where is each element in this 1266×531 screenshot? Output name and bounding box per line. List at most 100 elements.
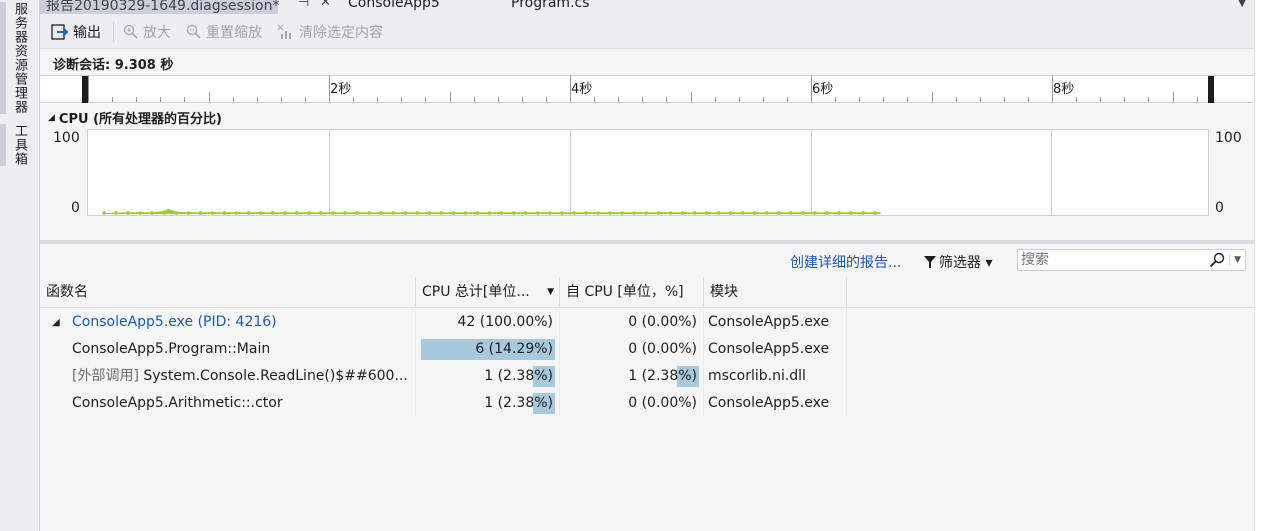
ruler-tick	[160, 97, 162, 102]
cpu-sample-point	[560, 211, 564, 215]
pin-icon[interactable]: ⊣	[298, 0, 309, 10]
cpu-sample-point	[415, 211, 420, 215]
y-axis-min-right: 0	[1215, 200, 1224, 216]
ruler-tick	[883, 97, 885, 102]
table-row[interactable]: ConsoleApp5.Arithmetic::.ctor 1 (2.38%) …	[40, 390, 847, 417]
ruler-tick	[425, 97, 427, 102]
reset-zoom-button[interactable]: 重置缩放	[186, 22, 262, 42]
server-explorer-tab[interactable]: 服务器资源管理器	[0, 2, 29, 114]
cpu-sample-point	[319, 211, 323, 215]
cpu-graph-title[interactable]: ◢ CPU (所有处理器的百分比)	[48, 108, 222, 127]
clear-selection-button[interactable]: 清除选定内容	[277, 22, 383, 42]
zoom-in-button[interactable]: 放大	[123, 22, 171, 42]
ruler-tick	[1076, 97, 1078, 102]
tab-consoleapp5[interactable]: ConsoleApp5	[348, 0, 440, 14]
search-input[interactable]	[1021, 252, 1201, 268]
ruler-tick	[377, 97, 379, 102]
search-box[interactable]: ▼	[1017, 249, 1246, 271]
function-name: System.Console.ReadLine()$##600...	[138, 368, 408, 384]
table-row[interactable]: ◢ ConsoleApp5.exe (PID: 4216) 42 (100.00…	[40, 309, 847, 336]
selection-end-handle[interactable]	[1208, 76, 1214, 103]
cpu-sample-point	[511, 211, 516, 215]
cpu-sample-point	[343, 211, 347, 215]
cpu-sample-point	[777, 211, 781, 215]
cpu-usage-area	[104, 208, 881, 214]
cpu-sample-point	[475, 211, 480, 215]
function-name-cell: ◢ ConsoleApp5.exe (PID: 4216)	[40, 309, 416, 336]
tab-list-dropdown-icon[interactable]: ▼	[1238, 0, 1246, 9]
collapse-triangle-icon[interactable]: ◢	[48, 113, 55, 123]
table-row[interactable]: [外部调用] System.Console.ReadLine()$##600..…	[40, 363, 847, 390]
ruler-tick	[256, 97, 258, 102]
output-label: 输出	[73, 25, 101, 41]
search-icon[interactable]	[1209, 252, 1225, 268]
self-cpu-value: 0 (0.00%)	[628, 341, 697, 357]
column-header-module-label: 模块	[710, 284, 738, 300]
cpu-graph-panel: ◢ CPU (所有处理器的百分比) 100 0 100 0	[40, 104, 1254, 240]
ruler-tick	[449, 92, 451, 102]
cpu-sample-point	[367, 211, 371, 215]
toolbar: 输出 放大 重置缩放 清除选定内容	[40, 14, 1254, 49]
ruler-tick	[762, 97, 764, 102]
zoom-in-label: 放大	[143, 25, 171, 41]
cpu-sample-point	[270, 211, 275, 215]
module-cell: ConsoleApp5.exe	[704, 390, 847, 417]
cpu-sample-point	[837, 211, 841, 215]
cpu-sample-point	[668, 211, 673, 215]
column-header-module[interactable]: 模块	[704, 277, 847, 308]
column-header-cpu-total-label: CPU 总计[单位...	[422, 284, 530, 300]
filter-dropdown[interactable]: 筛选器 ▾	[924, 252, 992, 272]
search-options-dropdown-icon[interactable]: ▼	[1229, 255, 1241, 265]
ruler-tick	[690, 92, 692, 102]
module-name: mscorlib.ni.dll	[708, 368, 806, 384]
ruler-tick	[304, 97, 306, 102]
ruler-tick	[955, 97, 957, 102]
cpu-sample-point	[608, 211, 612, 215]
ruler-tick	[1124, 97, 1126, 102]
cpu-sample-point	[536, 211, 540, 215]
session-duration: 诊断会话: 9.308 秒	[53, 58, 174, 73]
table-row[interactable]: ConsoleApp5.Program::Main 6 (14.29%) 0 (…	[40, 336, 847, 363]
ruler-tick	[835, 97, 837, 102]
ruler-tick	[184, 97, 186, 102]
function-name: ConsoleApp5.Arithmetic::.ctor	[72, 395, 283, 411]
ruler-tick	[907, 97, 909, 102]
timeline-ruler[interactable]: 2秒 4秒 6秒 8秒	[40, 75, 1254, 103]
module-name: ConsoleApp5.exe	[708, 341, 830, 357]
toolbox-tab[interactable]: 工具箱	[0, 124, 29, 166]
column-header-self-cpu[interactable]: 自 CPU [单位，%]	[560, 277, 704, 308]
column-header-cpu-total[interactable]: CPU 总计[单位... ▼	[416, 277, 560, 308]
self-cpu-value: 1 (2.38%)	[628, 368, 697, 384]
cpu-sample-point	[162, 211, 167, 215]
create-report-link[interactable]: 创建详细的报告...	[790, 252, 901, 272]
cpu-total-value: 6 (14.29%)	[475, 341, 553, 357]
cpu-sample-point	[680, 211, 685, 215]
toolbox-label: 工具箱	[12, 124, 27, 166]
close-icon[interactable]: ✕	[320, 0, 331, 10]
column-header-function[interactable]: 函数名	[40, 277, 416, 308]
cpu-sample-point	[716, 211, 721, 215]
ruler-tick	[473, 97, 475, 102]
call-tree-panel: 创建详细的报告... 筛选器 ▾ ▼ 函数名 CPU 总计[单位... ▼ 自 C…	[40, 244, 1254, 531]
call-tree-table: 函数名 CPU 总计[单位... ▼ 自 CPU [单位，%] 模块 ◢ Cons…	[40, 277, 1254, 531]
cpu-sample-point	[391, 211, 396, 215]
self-cpu-cell: 0 (0.00%)	[560, 309, 704, 336]
output-button[interactable]: 输出	[51, 22, 101, 42]
cpu-sample-point	[114, 211, 118, 215]
ruler-tick	[112, 97, 114, 102]
ruler-tick	[1148, 97, 1150, 102]
cpu-sample-point	[150, 211, 154, 215]
ruler-tick	[88, 75, 89, 102]
y-axis-min-left: 0	[71, 200, 80, 216]
server-explorer-label: 服务器资源管理器	[12, 2, 27, 114]
cpu-sample-point	[499, 211, 504, 215]
tab-program-cs[interactable]: Program.cs	[511, 0, 590, 14]
cpu-plot-area[interactable]	[87, 129, 1209, 216]
module-name: ConsoleApp5.exe	[708, 395, 830, 411]
table-body: ◢ ConsoleApp5.exe (PID: 4216) 42 (100.00…	[40, 309, 1254, 531]
expand-collapse-icon[interactable]: ◢	[52, 309, 60, 336]
function-name-cell: [外部调用] System.Console.ReadLine()$##600..…	[40, 363, 416, 390]
cpu-sample-point	[752, 211, 757, 215]
vertical-scrollbar[interactable]	[1254, 0, 1266, 531]
tab-diagsession[interactable]: 报告20190329-1649.diagsession*	[40, 0, 279, 14]
